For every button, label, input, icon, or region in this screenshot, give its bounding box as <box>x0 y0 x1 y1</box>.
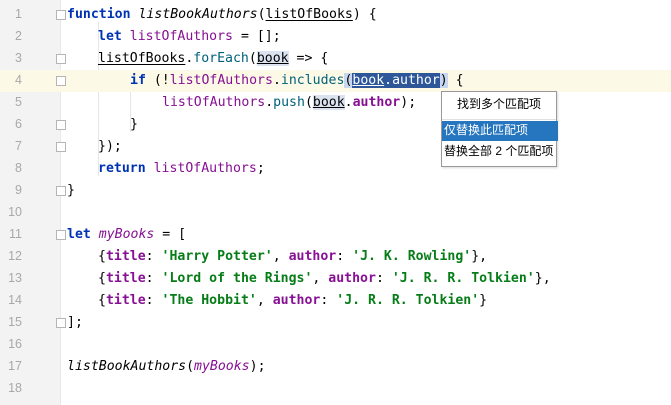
code-line-8[interactable]: 8 return listOfAuthors; <box>0 158 671 180</box>
fold-marker-icon[interactable] <box>56 186 66 196</box>
line-number: 4 <box>15 73 22 87</box>
code-line-9[interactable]: 9 } <box>0 180 671 202</box>
line-number: 6 <box>15 117 22 131</box>
code-text: let listOfAuthors = []; <box>98 29 281 44</box>
line-number: 5 <box>15 95 22 109</box>
code-line-5[interactable]: 5 listOfAuthors.push(book.author); <box>0 92 671 114</box>
code-line-17[interactable]: 17 listBookAuthors(myBooks); <box>0 356 671 378</box>
code-line-11[interactable]: 11 let myBooks = [ <box>0 224 671 246</box>
code-text: {title: 'The Hobbit', author: 'J. R. R. … <box>98 293 488 308</box>
line-number: 17 <box>8 359 22 373</box>
code-line-6[interactable]: 6 } <box>0 114 671 136</box>
code-line-13[interactable]: 13 {title: 'Lord of the Rings', author: … <box>0 268 671 290</box>
line-number: 7 <box>15 139 22 153</box>
fold-marker-icon[interactable] <box>56 120 66 130</box>
fold-marker-icon[interactable] <box>56 76 66 86</box>
code-text: return listOfAuthors; <box>98 161 265 176</box>
code-line-14[interactable]: 14 {title: 'The Hobbit', author: 'J. R. … <box>0 290 671 312</box>
fold-marker-icon[interactable] <box>56 318 66 328</box>
code-text: } <box>67 183 75 198</box>
line-number: 8 <box>15 161 22 175</box>
code-text: {title: 'Harry Potter', author: 'J. K. R… <box>98 249 488 264</box>
code-line-10[interactable]: 10 <box>0 202 671 224</box>
fold-marker-icon[interactable] <box>56 230 66 240</box>
selected-expression[interactable]: book.author <box>352 73 440 88</box>
line-number: 13 <box>8 271 22 285</box>
code-line-16[interactable]: 16 <box>0 334 671 356</box>
code-line-15[interactable]: 15 ]; <box>0 312 671 334</box>
code-line-3[interactable]: 3 listOfBooks.forEach(book => { <box>0 48 671 70</box>
code-text: {title: 'Lord of the Rings', author: 'J.… <box>98 271 551 286</box>
fold-marker-icon[interactable] <box>56 142 66 152</box>
code-line-4[interactable]: 4 if (!listOfAuthors.includes(book.autho… <box>0 70 671 92</box>
code-line-7[interactable]: 7 }); <box>0 136 671 158</box>
line-number: 14 <box>8 293 22 307</box>
code-line-1[interactable]: 1 function listBookAuthors(listOfBooks) … <box>0 4 671 26</box>
fold-marker-icon[interactable] <box>56 10 66 20</box>
code-line-18[interactable]: 18 <box>0 378 671 400</box>
line-number: 12 <box>8 249 22 263</box>
multiple-occurrences-popup[interactable]: 找到多个匹配项 仅替换此匹配项 替换全部 2 个匹配项 <box>441 91 558 167</box>
popup-title: 找到多个匹配项 <box>442 92 556 120</box>
code-text: listOfBooks.forEach(book => { <box>98 51 329 66</box>
replace-this-occurrence-option[interactable]: 仅替换此匹配项 <box>442 121 558 141</box>
line-number: 18 <box>8 381 22 395</box>
line-number: 3 <box>15 51 22 65</box>
code-line-12[interactable]: 12 {title: 'Harry Potter', author: 'J. K… <box>0 246 671 268</box>
code-text: listOfAuthors.push(book.author); <box>162 95 417 110</box>
code-text: function listBookAuthors(listOfBooks) { <box>67 7 377 22</box>
code-text: let myBooks = [ <box>67 227 187 242</box>
code-line-2[interactable]: 2 let listOfAuthors = []; <box>0 26 671 48</box>
code-text: if (!listOfAuthors.includes(book.author)… <box>130 73 464 88</box>
replace-all-occurrences-option[interactable]: 替换全部 2 个匹配项 <box>442 142 558 162</box>
line-number: 15 <box>8 315 22 329</box>
code-text: } <box>130 117 138 132</box>
line-number: 9 <box>15 183 22 197</box>
line-number: 10 <box>8 205 22 219</box>
code-text: listBookAuthors(myBooks); <box>67 359 266 374</box>
line-number: 11 <box>9 227 22 241</box>
code-text: ]; <box>67 315 83 330</box>
line-number: 1 <box>15 7 22 21</box>
fold-marker-icon[interactable] <box>56 54 66 64</box>
code-text: }); <box>98 139 122 154</box>
line-number: 16 <box>8 337 22 351</box>
line-number: 2 <box>15 29 22 43</box>
